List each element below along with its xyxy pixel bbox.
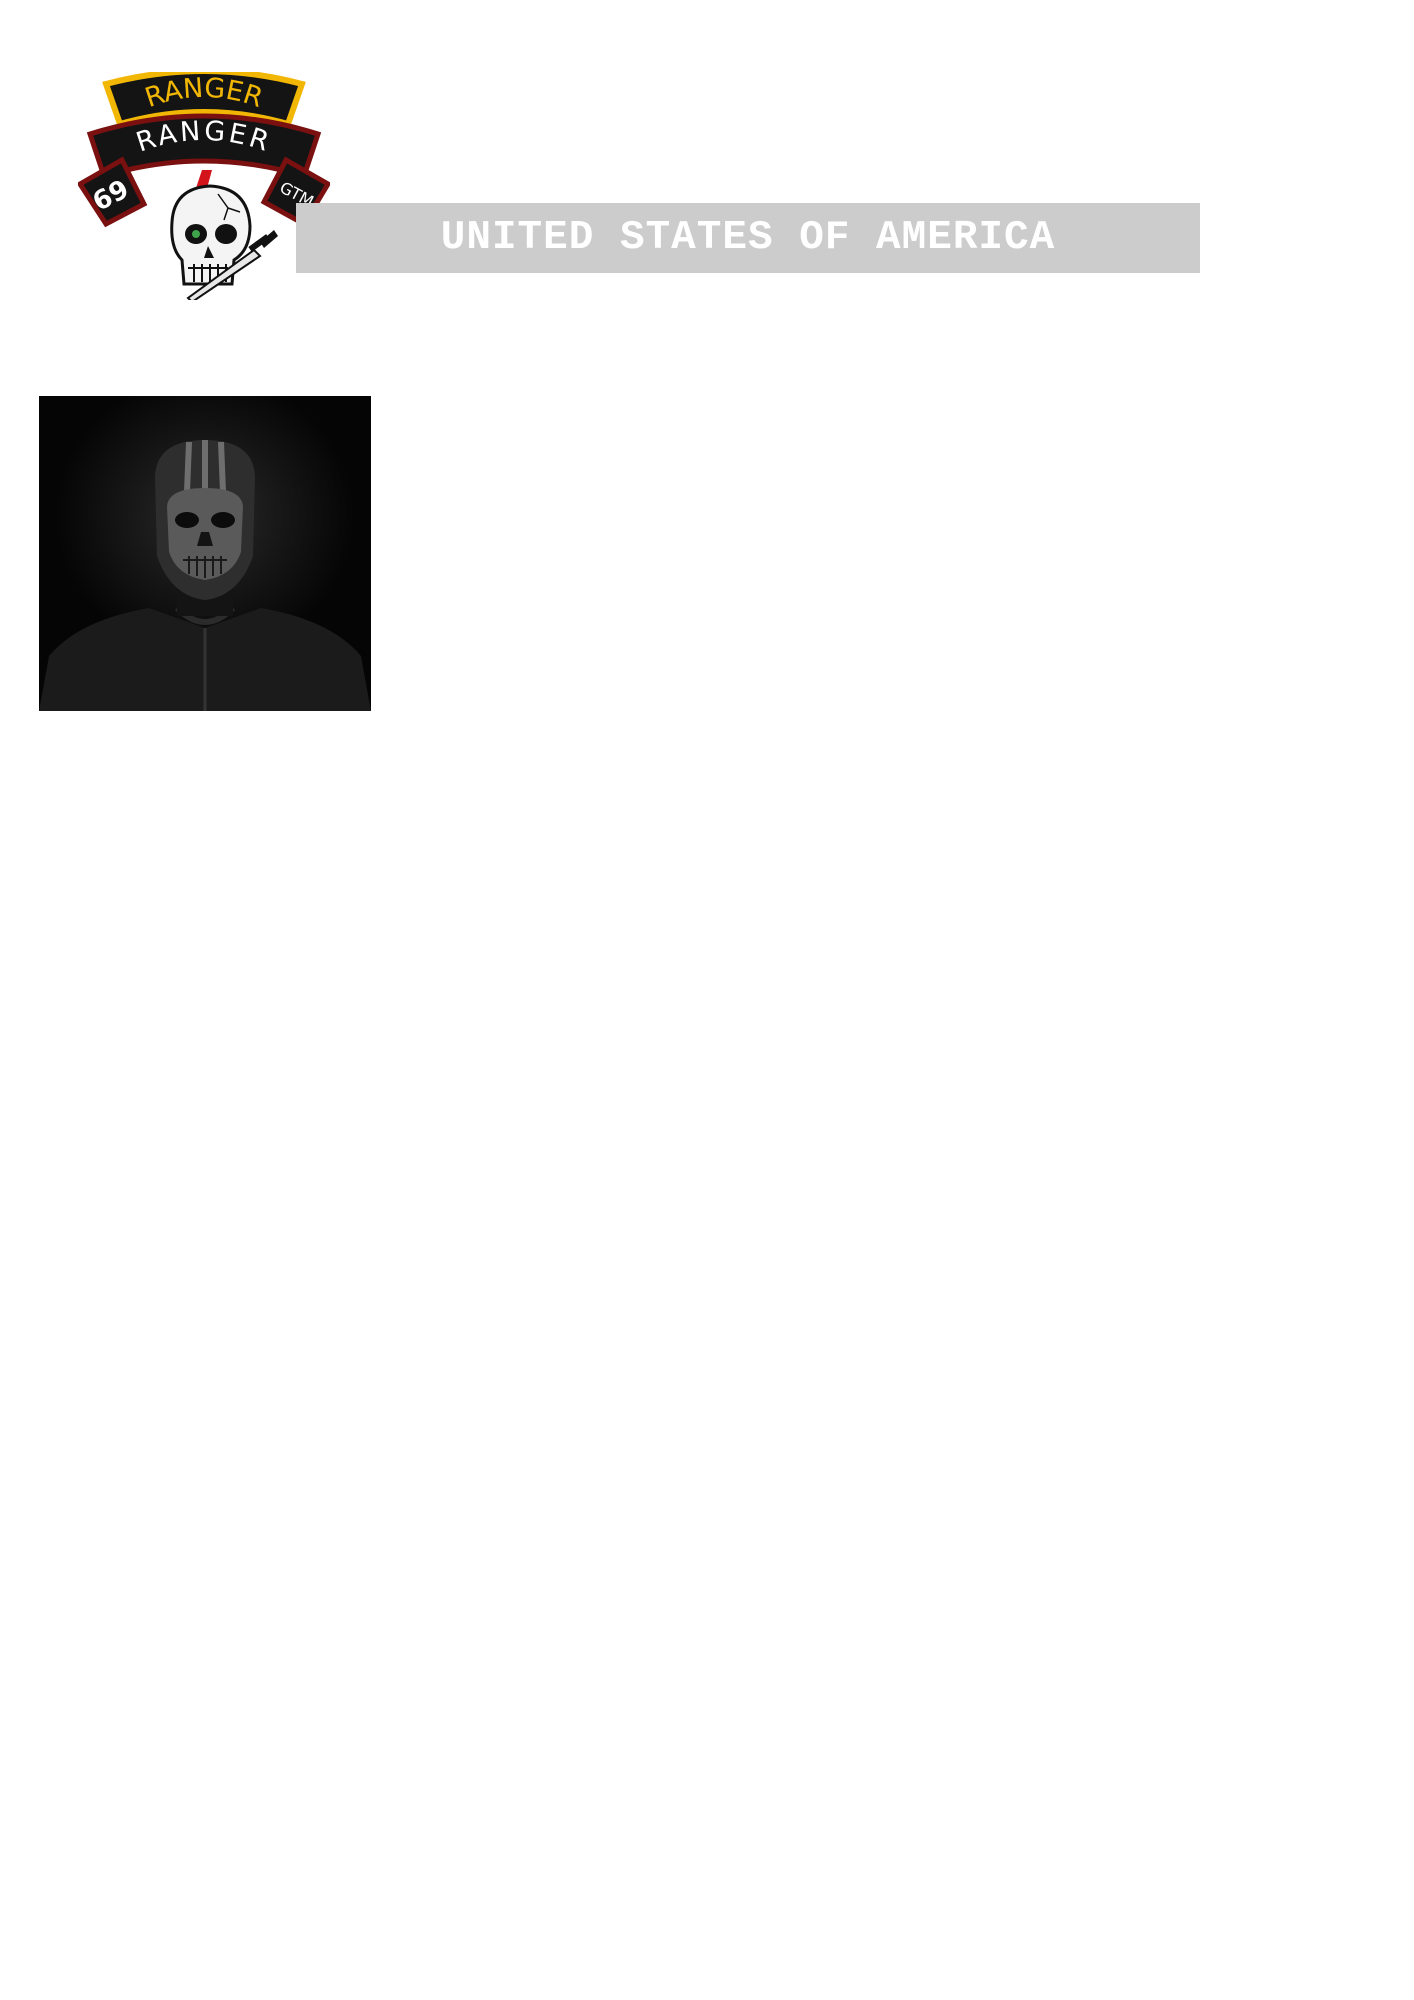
masked-skull-figure-icon	[39, 396, 371, 711]
masked-figure-photo	[39, 396, 371, 711]
document-page: RANGER RANGER 69 GTM UNITED STATES OF AM…	[0, 0, 1414, 2000]
banner-title: UNITED STATES OF AMERICA	[440, 215, 1056, 261]
country-banner: UNITED STATES OF AMERICA	[296, 203, 1200, 273]
ranger-insignia-icon: RANGER RANGER 69 GTM	[76, 68, 332, 304]
